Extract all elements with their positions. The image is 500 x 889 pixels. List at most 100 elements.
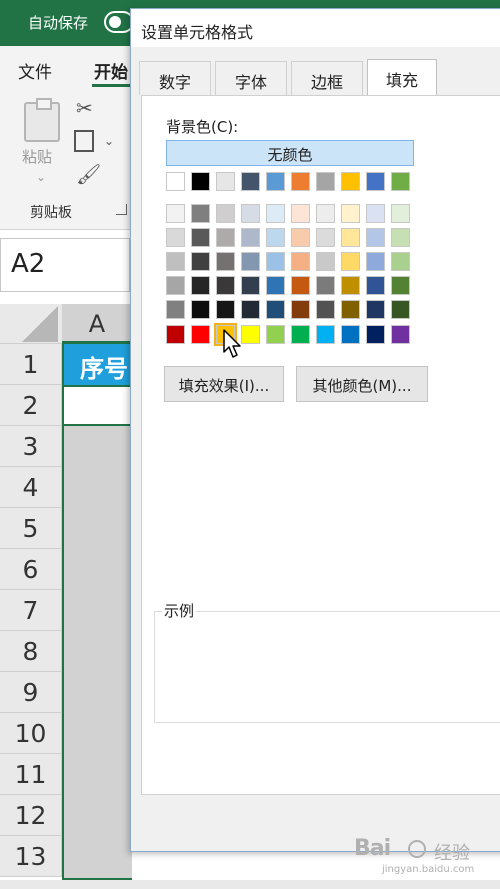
theme-shade-swatch[interactable]	[366, 300, 385, 319]
fill-effects-button[interactable]: 填充效果(I)...	[164, 366, 284, 402]
theme-color-swatch[interactable]	[191, 172, 210, 191]
theme-shade-swatch[interactable]	[241, 228, 260, 247]
theme-color-swatch[interactable]	[216, 172, 235, 191]
theme-shade-swatch[interactable]	[291, 252, 310, 271]
row-header-1[interactable]: 1	[0, 344, 62, 385]
theme-shade-swatch[interactable]	[366, 252, 385, 271]
theme-shade-swatch[interactable]	[241, 276, 260, 295]
theme-shade-swatch[interactable]	[291, 204, 310, 223]
theme-shade-swatch[interactable]	[166, 204, 185, 223]
no-color-button[interactable]: 无颜色	[166, 140, 414, 166]
row-header-9[interactable]: 9	[0, 672, 62, 713]
standard-color-swatch[interactable]	[166, 325, 185, 344]
theme-shade-swatch[interactable]	[316, 276, 335, 295]
theme-shade-swatch[interactable]	[166, 276, 185, 295]
menu-file[interactable]: 文件	[18, 58, 52, 83]
theme-shade-swatch[interactable]	[366, 276, 385, 295]
dialog-launcher-icon[interactable]	[116, 204, 127, 215]
theme-shade-swatch[interactable]	[216, 228, 235, 247]
theme-color-swatch[interactable]	[366, 172, 385, 191]
row-header-10[interactable]: 10	[0, 713, 62, 754]
theme-shade-swatch[interactable]	[291, 276, 310, 295]
theme-shade-swatch[interactable]	[166, 252, 185, 271]
standard-color-swatch[interactable]	[266, 325, 285, 344]
theme-shade-swatch[interactable]	[291, 300, 310, 319]
standard-color-swatch[interactable]	[291, 325, 310, 344]
theme-shade-swatch[interactable]	[166, 300, 185, 319]
theme-color-swatch[interactable]	[266, 172, 285, 191]
theme-color-swatch[interactable]	[166, 172, 185, 191]
paste-icon[interactable]	[24, 98, 60, 142]
standard-color-swatch[interactable]	[391, 325, 410, 344]
theme-shade-swatch[interactable]	[191, 276, 210, 295]
theme-shade-swatch[interactable]	[216, 204, 235, 223]
theme-shade-swatch[interactable]	[341, 276, 360, 295]
theme-shade-swatch[interactable]	[341, 228, 360, 247]
tab-font[interactable]: 字体	[215, 61, 287, 95]
menu-home[interactable]: 开始	[94, 58, 128, 83]
row-header-13[interactable]: 13	[0, 836, 62, 877]
theme-shade-swatch[interactable]	[216, 300, 235, 319]
standard-color-swatch[interactable]	[341, 325, 360, 344]
theme-shade-swatch[interactable]	[191, 300, 210, 319]
tab-fill[interactable]: 填充	[367, 59, 437, 96]
theme-color-swatch[interactable]	[241, 172, 260, 191]
paste-dropdown-icon[interactable]: ⌄	[36, 170, 46, 184]
more-colors-button[interactable]: 其他颜色(M)...	[296, 366, 428, 402]
select-all-corner[interactable]	[22, 306, 58, 342]
theme-shade-swatch[interactable]	[391, 252, 410, 271]
theme-color-swatch[interactable]	[316, 172, 335, 191]
theme-shade-swatch[interactable]	[266, 204, 285, 223]
theme-shade-swatch[interactable]	[366, 204, 385, 223]
row-header-7[interactable]: 7	[0, 590, 62, 631]
theme-shade-swatch[interactable]	[241, 252, 260, 271]
row-header-5[interactable]: 5	[0, 508, 62, 549]
theme-shade-swatch[interactable]	[291, 228, 310, 247]
theme-color-swatch[interactable]	[391, 172, 410, 191]
format-painter-icon[interactable]: 🖌	[76, 162, 101, 186]
theme-shade-swatch[interactable]	[316, 252, 335, 271]
theme-shade-swatch[interactable]	[166, 228, 185, 247]
theme-shade-swatch[interactable]	[341, 300, 360, 319]
theme-shade-swatch[interactable]	[391, 300, 410, 319]
row-header-11[interactable]: 11	[0, 754, 62, 795]
row-header-2[interactable]: 2	[0, 385, 62, 426]
theme-shade-swatch[interactable]	[241, 300, 260, 319]
standard-color-swatch[interactable]	[366, 325, 385, 344]
theme-shade-swatch[interactable]	[391, 276, 410, 295]
theme-shade-swatch[interactable]	[316, 228, 335, 247]
name-box[interactable]: A2	[0, 238, 130, 292]
tab-number[interactable]: 数字	[139, 61, 211, 95]
theme-shade-swatch[interactable]	[341, 204, 360, 223]
row-header-3[interactable]: 3	[0, 426, 62, 467]
theme-color-swatch[interactable]	[341, 172, 360, 191]
standard-color-swatch[interactable]	[316, 325, 335, 344]
theme-shade-swatch[interactable]	[391, 228, 410, 247]
theme-shade-swatch[interactable]	[316, 300, 335, 319]
theme-shade-swatch[interactable]	[191, 252, 210, 271]
paste-button-label[interactable]: 粘贴	[22, 146, 52, 167]
theme-shade-swatch[interactable]	[266, 228, 285, 247]
row-header-8[interactable]: 8	[0, 631, 62, 672]
theme-shade-swatch[interactable]	[266, 252, 285, 271]
theme-shade-swatch[interactable]	[191, 204, 210, 223]
theme-shade-swatch[interactable]	[191, 228, 210, 247]
row-header-6[interactable]: 6	[0, 549, 62, 590]
scissors-icon[interactable]: ✂	[76, 96, 93, 120]
theme-shade-swatch[interactable]	[341, 252, 360, 271]
row-header-12[interactable]: 12	[0, 795, 62, 836]
theme-shade-swatch[interactable]	[266, 300, 285, 319]
copy-dropdown-icon[interactable]: ⌄	[104, 134, 114, 148]
tab-border[interactable]: 边框	[291, 61, 363, 95]
theme-shade-swatch[interactable]	[241, 204, 260, 223]
column-header-a[interactable]: A	[62, 304, 132, 344]
theme-shade-swatch[interactable]	[366, 228, 385, 247]
copy-icon[interactable]	[74, 130, 94, 152]
theme-shade-swatch[interactable]	[391, 204, 410, 223]
theme-shade-swatch[interactable]	[216, 276, 235, 295]
theme-shade-swatch[interactable]	[316, 204, 335, 223]
row-header-4[interactable]: 4	[0, 467, 62, 508]
standard-color-swatch[interactable]	[191, 325, 210, 344]
theme-shade-swatch[interactable]	[216, 252, 235, 271]
theme-shade-swatch[interactable]	[266, 276, 285, 295]
